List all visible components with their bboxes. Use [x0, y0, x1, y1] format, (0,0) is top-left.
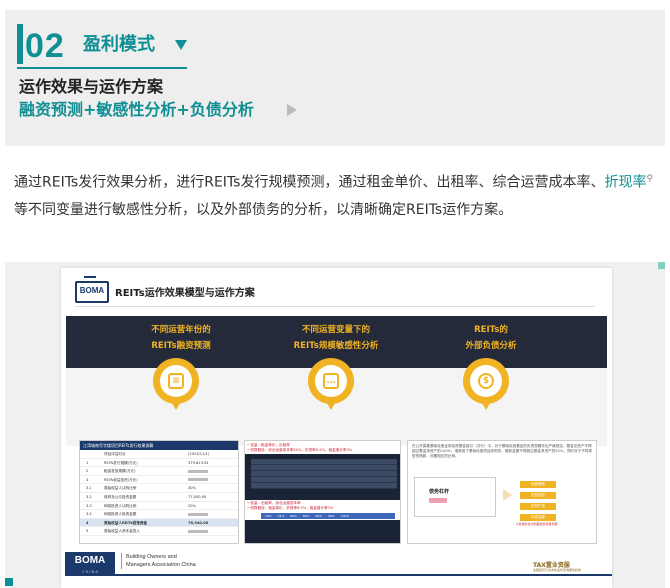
rate-header-row: 70% 75% 80% 85% 90% 95% 100%	[261, 513, 395, 519]
debt-tag: 债务扩张	[520, 503, 556, 510]
debt-tag: 负债监管	[520, 514, 556, 521]
pillar-label: REITs的 外部负债分析	[465, 325, 517, 351]
table-cell	[188, 467, 208, 475]
slide-title: REITs运作效果模型与运作方案	[115, 288, 255, 299]
table-row: 2 租金发放规模(万元)	[80, 467, 238, 476]
table-cell: 租金发放规模(万元)	[104, 469, 136, 474]
debt-highlight	[429, 498, 447, 503]
sensitivity-note: • 测算假设：综合运营成本率40%，折现率6.5%，租金增长率3%	[247, 448, 353, 452]
sensitivity-panel: • 变量：租金单价，出租率 • 测算假设：综合运营成本率40%，折现率6.5%，…	[244, 440, 401, 544]
table-cell	[188, 527, 208, 535]
table-cell: 项目评估时点	[104, 452, 126, 456]
triangle-down-icon	[175, 40, 187, 50]
table-row: 3.2 政府及公众投资金额 77,000.00	[80, 493, 238, 502]
map-pin-marker: ≡	[153, 358, 199, 416]
debt-tag: 经营借款	[520, 481, 556, 488]
pillar-label: 不同运营变量下的 REITs规模敏感性分析	[293, 325, 379, 351]
financing-table: 江湾城南写字楼项目REITs发行效果测算 项目评估时点 (2023/11/1) 1 R…	[79, 440, 239, 544]
section-number: 02	[25, 27, 65, 65]
triangle-right-icon	[287, 104, 297, 116]
title-divider	[75, 306, 595, 307]
table-row: 5 原始权益人资本金投入	[80, 527, 238, 536]
table-cell: 原始权益人REITs回笼资金	[104, 520, 148, 525]
description-paragraph: 通过REITs发行效果分析，进行REITs发行规模预测，通过租金单价、出租率、综…	[14, 166, 659, 224]
table-cell: 3.2	[86, 494, 92, 499]
arrow-right-icon	[503, 489, 512, 501]
debt-leverage-box: 债务杠杆	[414, 477, 496, 517]
map-pin-marker: …	[308, 358, 354, 416]
table-header: 江湾城南写字楼项目REITs发行效果测算	[80, 441, 238, 450]
debt-note: ※具体负债比例需结合项目测算	[516, 522, 558, 526]
footer-org-name: Building Owners and Managers Association …	[121, 553, 196, 569]
debt-panel: 在公开募集基础设施证券投资基金指引（试行）中，对于基础设施基金的负债规模作出严格…	[407, 440, 597, 544]
pillar-label: 不同运营年份的 REITs融资预测	[151, 325, 211, 351]
sensitivity-note: • 测算假设：租金单价，折现率6.5%，租金增长率3%	[247, 506, 334, 510]
corner-mark	[658, 262, 665, 269]
sensitivity-note: • 变量：出租率，综合运营成本率	[247, 501, 301, 505]
table-cell: REITs发行规模(万元)	[104, 460, 138, 465]
table-row: 3.1 原始权益人认购比例 30%	[80, 484, 238, 493]
table-cell: 77,000.00	[188, 494, 207, 499]
partner-logo-sub: 全程顾问与资本化运作咨询服务机构	[533, 568, 582, 572]
sensitivity-grid	[251, 459, 397, 489]
debt-leverage-label: 债务杠杆	[429, 489, 450, 495]
sensitivity-note: • 变量：租金单价，出租率	[247, 443, 290, 447]
dollar-icon: $	[478, 373, 494, 389]
table-row: 3.3 网络投资人认购比例 20%	[80, 502, 238, 511]
table-cell: 3	[86, 477, 89, 482]
table-row: 3.4 网络投资人投资金额	[80, 510, 238, 519]
table-cell: 原始权益人认购比例	[104, 486, 137, 491]
table-cell: 原始权益人资本金投入	[104, 529, 140, 534]
table-row: 项目评估时点 (2023/11/1)	[80, 450, 238, 459]
slide-footer: BOMA C H I N A Building Owners and Manage…	[61, 550, 612, 588]
table-cell	[188, 476, 208, 484]
table-cell: 379,813.54	[188, 460, 209, 465]
section-title: 盈利模式	[83, 34, 155, 55]
table-cell: 3.1	[86, 486, 92, 491]
table-cell: 1	[86, 460, 89, 465]
corner-mark-bottom	[5, 578, 13, 586]
table-cell: 4	[86, 520, 89, 525]
table-row: 4 原始权益人REITs回笼资金 76,940.00	[80, 518, 238, 528]
debt-tag: 债务偿还	[520, 492, 556, 499]
sensitivity-grid-2	[245, 520, 400, 543]
table-cell: 76,940.00	[188, 520, 209, 525]
subtitle-main: 运作效果与运作方案	[19, 77, 164, 96]
section-header: 02 盈利模式 运作效果与运作方案 融资预测+敏感性分析+负债分析	[5, 10, 665, 146]
description-text-1: 通过REITs发行效果分析，进行REITs发行规模预测，通过租金单价、出租率、综…	[14, 174, 605, 191]
description-text-2: 等不同变量进行敏感性分析，以及外部债务的分析，以清晰确定REITs运作方案。	[14, 201, 513, 218]
table-cell: REITs权益投资(万元)	[104, 477, 138, 482]
table-cell: 20%	[188, 503, 196, 508]
table-cell: 2	[86, 469, 89, 474]
chat-icon: …	[323, 373, 339, 389]
table-cell	[188, 510, 208, 518]
map-pin-marker: $	[463, 358, 509, 416]
table-cell: 网络投资人认购比例	[104, 503, 137, 508]
section-underline	[17, 67, 187, 69]
accent-bar	[17, 24, 23, 64]
debt-text: 在公开募集基础设施证券投资基金指引（试行）中，对于基础设施基金的负债规模作出严格…	[412, 444, 592, 458]
table-cell: (2023/11/1)	[188, 452, 210, 456]
table-cell: 3.3	[86, 503, 92, 508]
table-cell: 3.4	[86, 512, 92, 517]
document-icon: ≡	[168, 373, 184, 389]
table-row: 1 REITs发行规模(万元) 379,813.54	[80, 459, 238, 468]
search-icon[interactable]: ⚲	[646, 174, 653, 184]
discount-rate-link[interactable]: 折现率	[604, 175, 646, 191]
footer-logo-sub: C H I N A	[82, 570, 98, 574]
table-cell: 5	[86, 529, 89, 534]
table-row: 3 REITs权益投资(万元)	[80, 476, 238, 485]
subtitle-accent: 融资预测+敏感性分析+负债分析	[19, 100, 254, 119]
slide-image: BOMA REITs运作效果模型与运作方案 不同运营年份的 REITs融资预测 不…	[61, 268, 612, 588]
boma-logo: BOMA	[75, 281, 109, 303]
table-cell: 网络投资人投资金额	[104, 512, 137, 517]
footer-bar	[115, 574, 612, 576]
table-cell: 政府及公众投资金额	[104, 494, 137, 499]
table-cell: 30%	[188, 486, 196, 491]
